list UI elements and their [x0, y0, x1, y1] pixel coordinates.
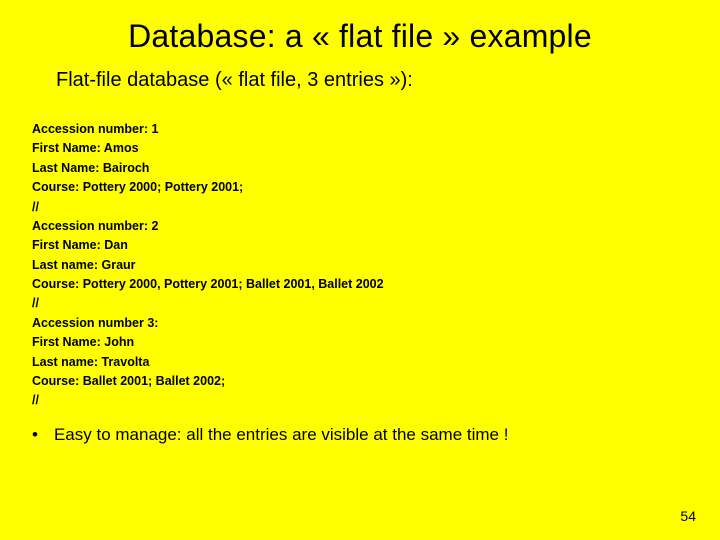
entry-line: Course: Ballet 2001; Ballet 2002;	[32, 372, 720, 391]
entry-line: First Name: Dan	[32, 236, 720, 255]
page-number: 54	[680, 508, 696, 524]
entry-line: Last Name: Bairoch	[32, 159, 720, 178]
bullet-point: • Easy to manage: all the entries are vi…	[0, 411, 720, 445]
entry-line: Accession number: 1	[32, 120, 720, 139]
entry-line: Course: Pottery 2000; Pottery 2001;	[32, 178, 720, 197]
entry-line: First Name: John	[32, 333, 720, 352]
entry-line: Course: Pottery 2000, Pottery 2001; Ball…	[32, 275, 720, 294]
slide-title: Database: a « flat file » example	[0, 0, 720, 69]
entry-line: Accession number: 2	[32, 217, 720, 236]
bullet-marker: •	[32, 425, 38, 445]
entry-separator: //	[32, 294, 720, 313]
flat-file-block: Accession number: 1 First Name: Amos Las…	[0, 120, 720, 411]
bullet-text: Easy to manage: all the entries are visi…	[54, 425, 509, 445]
entry-separator: //	[32, 198, 720, 217]
slide-subtitle: Flat-file database (« flat file, 3 entri…	[0, 69, 720, 120]
entry-line: Accession number 3:	[32, 314, 720, 333]
entry-line: Last name: Graur	[32, 256, 720, 275]
entry-separator: //	[32, 391, 720, 410]
entry-line: Last name: Travolta	[32, 353, 720, 372]
entry-line: First Name: Amos	[32, 139, 720, 158]
